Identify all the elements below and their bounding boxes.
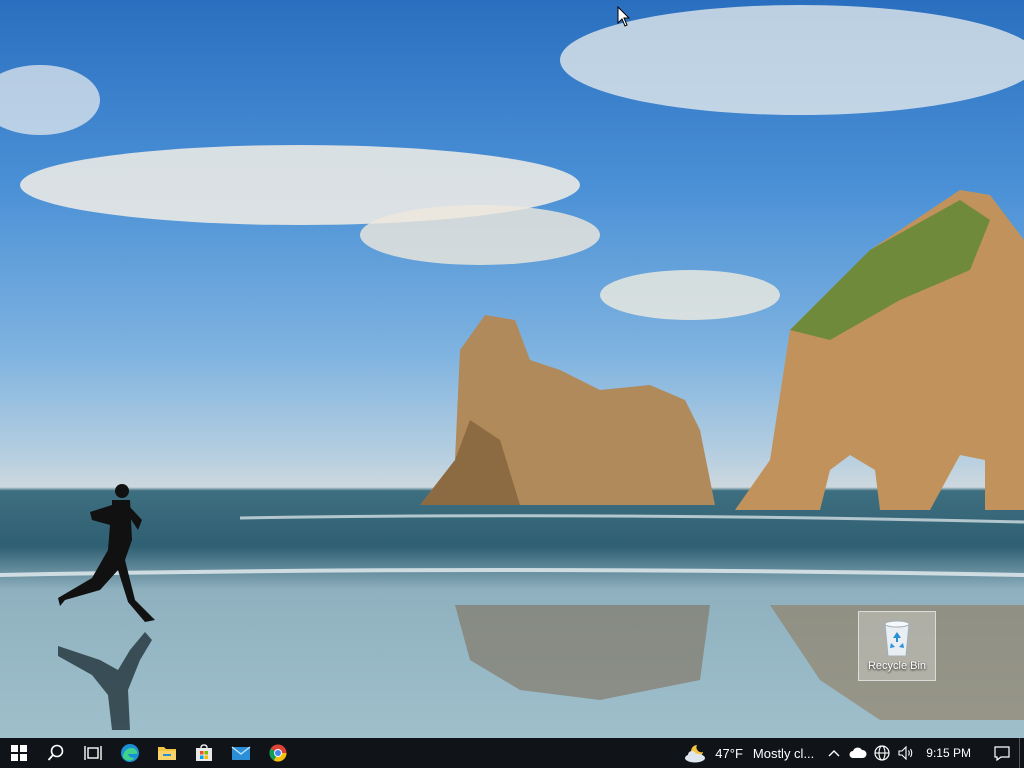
weather-widget[interactable]: 47°F Mostly cl... xyxy=(683,743,814,763)
onedrive-button[interactable] xyxy=(846,738,870,768)
mail-button[interactable] xyxy=(222,738,259,768)
windows-logo-icon xyxy=(10,745,27,761)
store-button[interactable] xyxy=(185,738,222,768)
weather-temperature: 47°F xyxy=(715,745,743,761)
task-view-icon xyxy=(83,746,102,760)
globe-icon xyxy=(874,745,890,761)
mail-icon xyxy=(231,746,250,760)
mouse-cursor-icon xyxy=(617,6,631,27)
volume-button[interactable] xyxy=(894,738,918,768)
chrome-icon xyxy=(268,744,286,762)
weather-condition: Mostly cl... xyxy=(752,745,815,761)
edge-icon xyxy=(120,744,139,762)
edge-button[interactable] xyxy=(111,738,148,768)
search-button[interactable] xyxy=(37,738,74,768)
recycle-bin-icon xyxy=(884,620,910,657)
partly-cloudy-night-icon xyxy=(685,745,706,763)
recycle-bin-desktop-icon[interactable]: Recycle Bin xyxy=(858,611,936,681)
chevron-up-icon xyxy=(828,750,840,757)
runner-silhouette xyxy=(58,484,155,622)
speaker-icon xyxy=(898,746,913,760)
recycle-bin-label: Recycle Bin xyxy=(867,660,927,672)
taskbar: 47°F Mostly cl... 9:15 PM xyxy=(0,738,1024,768)
action-center-button[interactable] xyxy=(985,738,1019,768)
taskbar-clock[interactable]: 9:15 PM xyxy=(926,746,971,760)
show-desktop-button[interactable] xyxy=(1019,738,1024,768)
start-button[interactable] xyxy=(0,738,37,768)
search-icon xyxy=(47,744,63,761)
cloud-icon xyxy=(849,747,867,758)
task-view-button[interactable] xyxy=(74,738,111,768)
folder-icon xyxy=(157,747,176,760)
desktop[interactable]: Recycle Bin xyxy=(0,0,1024,738)
chrome-button[interactable] xyxy=(259,738,296,768)
notification-icon xyxy=(994,745,1010,761)
show-hidden-icons-button[interactable] xyxy=(822,738,846,768)
store-icon xyxy=(195,744,212,761)
network-button[interactable] xyxy=(870,738,894,768)
file-explorer-button[interactable] xyxy=(148,738,185,768)
system-tray: 47°F Mostly cl... 9:15 PM xyxy=(683,738,1024,768)
